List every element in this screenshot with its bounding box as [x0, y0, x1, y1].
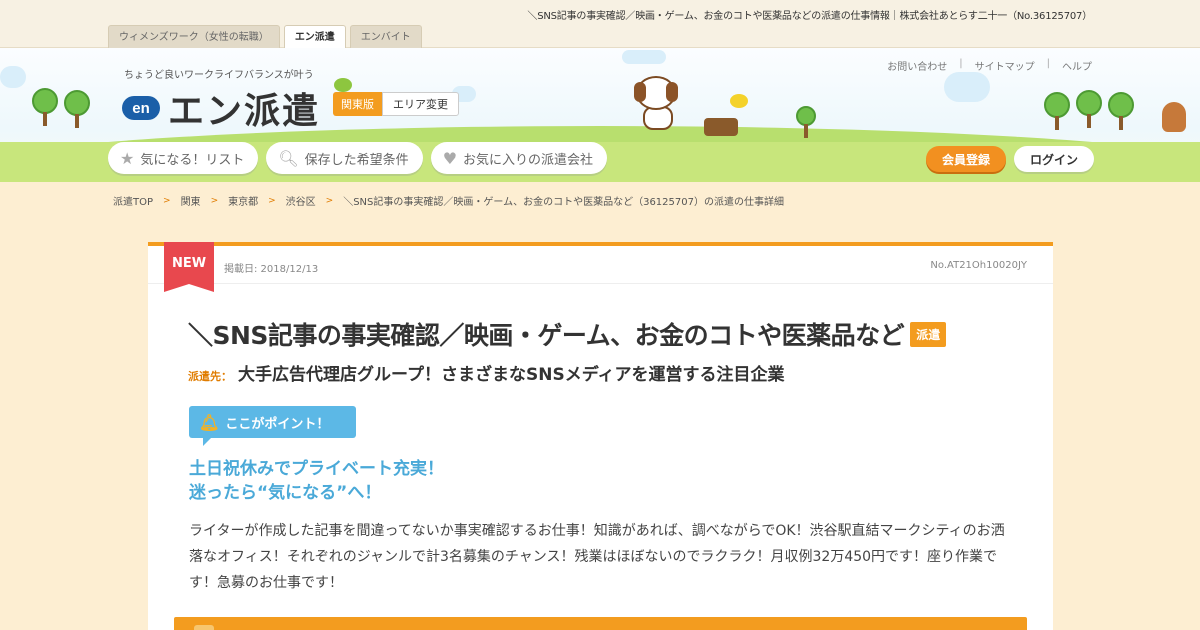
tree-icon — [796, 106, 816, 138]
catch-copy: 土日祝休みでプライベート充実！ 迷ったら“気になる”へ！ — [189, 457, 444, 505]
bird-icon — [730, 94, 748, 108]
utility-links: お問い合わせ | サイトマップ | ヘルプ — [887, 58, 1092, 73]
breadcrumb-current: ＼SNS記事の事実確認／映画・ゲーム、お金のコトや医薬品など（36125707）… — [343, 197, 784, 208]
breadcrumb-item[interactable]: 関東 — [181, 193, 201, 208]
posted-date: 掲載日: 2018/12/13 — [224, 264, 319, 275]
tree-icon — [64, 90, 90, 128]
favorite-agencies-label: お気に入りの派遣会社 — [463, 152, 594, 168]
breadcrumb: 派遣TOP > 関東 > 東京都 > 渋谷区 > ＼SNS記事の事実確認／映画・… — [113, 193, 784, 209]
favorites-list-label: 気になる！リスト — [140, 152, 245, 168]
breadcrumb-separator: > — [163, 195, 171, 206]
catch-line: 土日祝休みでプライベート充実！ — [189, 459, 444, 479]
point-badge: 🔔︎ ここがポイント！ — [189, 406, 356, 446]
contact-link[interactable]: お問い合わせ — [887, 58, 947, 73]
dog-mascot-icon — [634, 76, 680, 134]
bell-icon: 🔔︎ — [199, 412, 220, 432]
tab-en-baito[interactable]: エンバイト — [349, 25, 422, 48]
job-title: ＼SNS記事の事実確認／映画・ゲーム、お金のコトや医薬品など — [188, 321, 905, 350]
section-header-bar — [174, 617, 1027, 630]
breadcrumb-separator: > — [268, 195, 276, 206]
main-nav: ★ 気になる！リスト 🔍︎ 保存した希望条件 ♥ お気に入りの派遣会社 — [108, 142, 608, 174]
breadcrumb-item[interactable]: 東京都 — [228, 193, 258, 208]
heart-icon: ♥ — [442, 148, 458, 168]
catch-line: 迷ったら“気になる”へ！ — [189, 483, 382, 503]
logo-text: エン派遣 — [168, 90, 321, 132]
job-number: No.AT21Oh10020JY — [930, 260, 1027, 271]
destination-name: 大手広告代理店グループ！さまざまなSNSメディアを運営する注目企業 — [238, 365, 785, 385]
cloud-decoration — [0, 66, 26, 88]
new-ribbon: NEW — [164, 242, 214, 292]
job-card-header: NEW 掲載日: 2018/12/13 No.AT21Oh10020JY — [148, 242, 1053, 292]
stump-icon — [704, 118, 738, 136]
site-logo[interactable]: en エン派遣 — [122, 82, 320, 134]
login-button[interactable]: ログイン — [1014, 146, 1094, 172]
favorites-list-button[interactable]: ★ 気になる！リスト — [108, 142, 259, 174]
saved-conditions-button[interactable]: 🔍︎ 保存した希望条件 — [266, 142, 423, 174]
tree-icon — [1076, 90, 1102, 128]
bird-icon — [334, 78, 352, 92]
breadcrumb-item[interactable]: 渋谷区 — [286, 193, 316, 208]
breadcrumb-item[interactable]: 派遣TOP — [113, 193, 153, 208]
tree-icon — [1108, 92, 1134, 130]
cloud-decoration — [622, 50, 666, 64]
separator: | — [959, 58, 963, 69]
destination-label: 派遣先： — [188, 370, 232, 383]
job-card: NEW 掲載日: 2018/12/13 No.AT21Oh10020JY ＼SN… — [148, 242, 1053, 630]
saved-conditions-label: 保存した希望条件 — [304, 152, 409, 168]
register-button[interactable]: 会員登録 — [926, 146, 1006, 172]
breadcrumb-separator: > — [325, 195, 334, 206]
cloud-decoration — [944, 72, 990, 102]
region-current: 関東版 — [333, 92, 382, 116]
separator: | — [1046, 58, 1050, 69]
site-header: ちょうど良いワークライフバランスが叶う en エン派遣 関東版 エリア変更 お問… — [0, 48, 1200, 182]
job-description: ライターが作成した記事を間違ってないか事実確認するお仕事！知識があれば、調べなが… — [189, 523, 1005, 591]
site-tabs: ウィメンズワーク（女性の転職） エン派遣 エンバイト — [108, 25, 422, 49]
page-description: ＼SNS記事の事実確認／映画・ゲーム、お金のコトや医薬品などの派遣の仕事情報｜株… — [527, 11, 1092, 22]
squirrel-icon — [1162, 102, 1186, 132]
tab-womens-work[interactable]: ウィメンズワーク（女性の転職） — [108, 25, 280, 48]
en-logo-icon: en — [122, 96, 160, 120]
tagline: ちょうど良いワークライフバランスが叶う — [124, 70, 314, 81]
star-icon: ★ — [120, 148, 135, 168]
tree-icon — [1044, 92, 1070, 130]
job-type-badge: 派遣 — [910, 321, 947, 347]
help-link[interactable]: ヘルプ — [1062, 58, 1092, 73]
region-selector: 関東版 エリア変更 — [333, 92, 459, 116]
favorite-agencies-button[interactable]: ♥ お気に入りの派遣会社 — [430, 142, 608, 174]
search-icon: 🔍︎ — [278, 148, 299, 168]
tab-en-haken[interactable]: エン派遣 — [283, 25, 346, 49]
top-strip: ＼SNS記事の事実確認／映画・ゲーム、お金のコトや医薬品などの派遣の仕事情報｜株… — [0, 0, 1200, 49]
region-change-button[interactable]: エリア変更 — [382, 92, 459, 116]
tree-icon — [32, 88, 58, 126]
destination-row: 派遣先： 大手広告代理店グループ！さまざまなSNSメディアを運営する注目企業 — [188, 360, 785, 385]
sitemap-link[interactable]: サイトマップ — [975, 58, 1035, 73]
breadcrumb-separator: > — [210, 195, 219, 206]
point-label: ここがポイント！ — [225, 416, 330, 432]
document-icon — [194, 625, 214, 630]
auth-buttons: 会員登録 ログイン — [926, 146, 1094, 172]
job-title-row: ＼SNS記事の事実確認／映画・ゲーム、お金のコトや医薬品など 派遣 — [188, 316, 947, 352]
